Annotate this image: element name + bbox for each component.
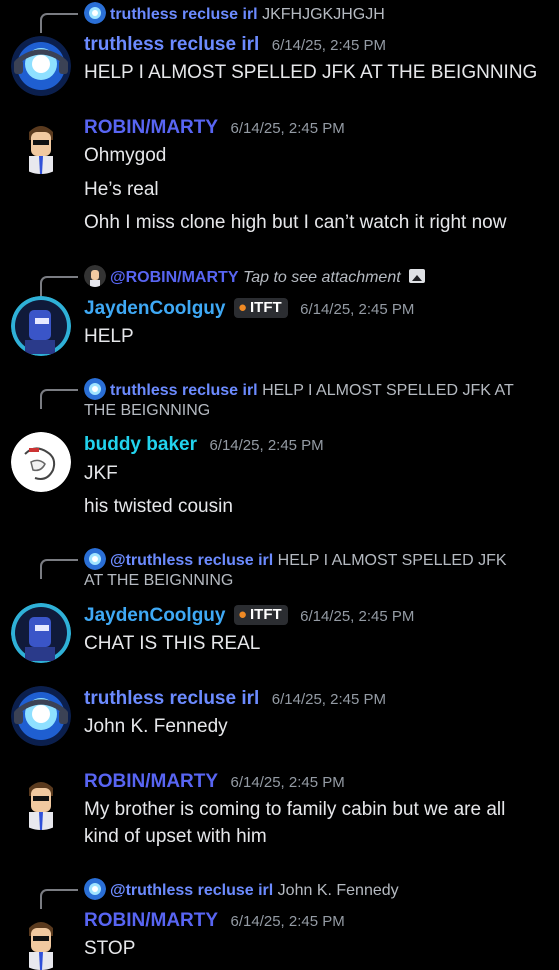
avatar[interactable]	[11, 432, 71, 492]
reply-connector	[40, 13, 78, 33]
message-text: kind of upset with him	[84, 826, 267, 847]
reply-avatar	[84, 548, 106, 570]
avatar[interactable]	[11, 686, 71, 746]
message-header: truthless recluse irl 6/14/25, 2:45 PM	[84, 688, 386, 710]
message-header: JaydenCoolguy ● ITFT 6/14/25, 2:45 PM	[84, 605, 414, 627]
flame-icon: ●	[237, 606, 247, 623]
guild-tag[interactable]: ● ITFT	[233, 605, 288, 625]
message-text: My brother is coming to family cabin but…	[84, 799, 506, 820]
avatar[interactable]	[11, 36, 71, 96]
reply-preview[interactable]: truthless recluse irl HELP I ALMOST SPEL…	[84, 378, 514, 400]
flame-icon: ●	[237, 299, 247, 316]
reply-text: John K. Fennedy	[277, 882, 399, 899]
timestamp: 6/14/25, 2:45 PM	[271, 37, 386, 54]
avatar[interactable]	[11, 910, 71, 970]
timestamp: 6/14/25, 2:45 PM	[230, 120, 345, 137]
message-header: truthless recluse irl 6/14/25, 2:45 PM	[84, 34, 386, 56]
avatar[interactable]	[11, 770, 71, 830]
avatar[interactable]	[11, 296, 71, 356]
timestamp: 6/14/25, 2:45 PM	[230, 913, 345, 930]
reply-author[interactable]: @ROBIN/MARTY	[110, 269, 238, 286]
timestamp: 6/14/25, 2:45 PM	[230, 774, 345, 791]
message-header: ROBIN/MARTY 6/14/25, 2:45 PM	[84, 771, 345, 793]
reply-author[interactable]: truthless recluse irl	[110, 6, 258, 23]
timestamp: 6/14/25, 2:45 PM	[209, 437, 324, 454]
message-text: He’s real	[84, 179, 159, 200]
reply-preview[interactable]: @truthless recluse irl John K. Fennedy	[84, 878, 399, 900]
reply-connector	[40, 889, 78, 909]
reply-preview[interactable]: @truthless recluse irl HELP I ALMOST SPE…	[84, 548, 507, 570]
author-name[interactable]: ROBIN/MARTY	[84, 771, 218, 792]
message-text: Ohmygod	[84, 145, 167, 166]
reply-connector	[40, 559, 78, 579]
avatar[interactable]	[11, 114, 71, 174]
message-text: CHAT IS THIS REAL	[84, 633, 261, 654]
author-name[interactable]: ROBIN/MARTY	[84, 910, 218, 931]
reply-preview[interactable]: @ROBIN/MARTY Tap to see attachment	[84, 265, 426, 287]
reply-text-continued: THE BEIGNNING	[84, 402, 211, 419]
reply-author[interactable]: @truthless recluse irl	[110, 882, 273, 899]
reply-text: HELP I ALMOST SPELLED JFK	[277, 552, 507, 569]
message-header: buddy baker 6/14/25, 2:45 PM	[84, 434, 324, 456]
message-text: STOP	[84, 938, 136, 959]
reply-text: HELP I ALMOST SPELLED JFK AT	[262, 382, 514, 399]
guild-tag[interactable]: ● ITFT	[233, 298, 288, 318]
avatar[interactable]	[11, 603, 71, 663]
reply-preview[interactable]: truthless recluse irl JKFHJGKJHGJH	[84, 2, 385, 24]
message-header: ROBIN/MARTY 6/14/25, 2:45 PM	[84, 910, 345, 932]
author-name[interactable]: JaydenCoolguy	[84, 605, 225, 626]
message-text: JKF	[84, 463, 118, 484]
reply-avatar	[84, 2, 106, 24]
message-header: JaydenCoolguy ● ITFT 6/14/25, 2:45 PM	[84, 298, 414, 320]
reply-text: Tap to see attachment	[242, 269, 401, 286]
message-header: ROBIN/MARTY 6/14/25, 2:45 PM	[84, 117, 345, 139]
image-icon	[409, 269, 426, 283]
reply-text: JKFHJGKJHGJH	[262, 6, 385, 23]
reply-avatar	[84, 378, 106, 400]
timestamp: 6/14/25, 2:45 PM	[271, 691, 386, 708]
author-name[interactable]: buddy baker	[84, 434, 197, 455]
reply-author[interactable]: truthless recluse irl	[110, 382, 258, 399]
reply-text-continued: AT THE BEIGNNING	[84, 572, 234, 589]
author-name[interactable]: JaydenCoolguy	[84, 298, 225, 319]
reply-author[interactable]: @truthless recluse irl	[110, 552, 273, 569]
author-name[interactable]: truthless recluse irl	[84, 34, 259, 55]
guild-tag-label: ITFT	[250, 606, 282, 623]
reply-avatar	[84, 265, 106, 287]
reply-connector	[40, 389, 78, 409]
timestamp: 6/14/25, 2:45 PM	[300, 301, 415, 318]
author-name[interactable]: ROBIN/MARTY	[84, 117, 218, 138]
message-text: HELP	[84, 326, 134, 347]
message-text: his twisted cousin	[84, 496, 233, 517]
message-text: HELP I ALMOST SPELLED JFK AT THE BEIGNNI…	[84, 62, 538, 83]
reply-connector	[40, 276, 78, 296]
message-text: John K. Fennedy	[84, 716, 228, 737]
message-text: Ohh I miss clone high but I can’t watch …	[84, 212, 507, 233]
reply-avatar	[84, 878, 106, 900]
timestamp: 6/14/25, 2:45 PM	[300, 608, 415, 625]
author-name[interactable]: truthless recluse irl	[84, 688, 259, 709]
guild-tag-label: ITFT	[250, 299, 282, 316]
